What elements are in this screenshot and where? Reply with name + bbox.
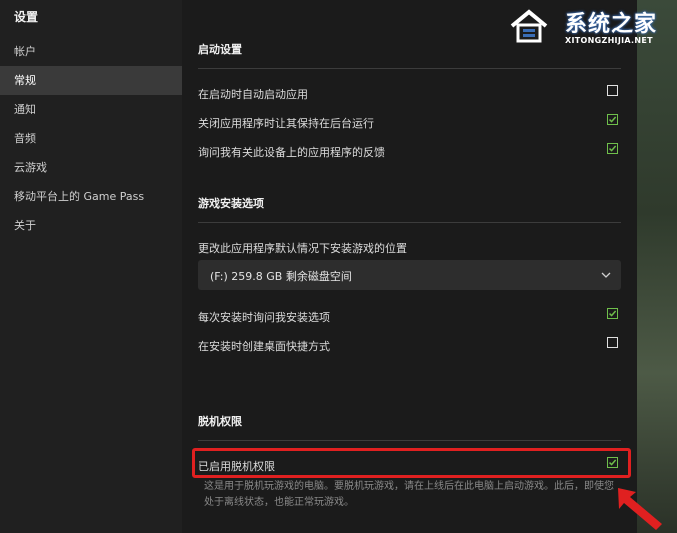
option-feedback[interactable]: 询问我有关此设备上的应用程序的反馈 [198, 142, 625, 160]
background-strip [637, 0, 677, 533]
desktop-shortcut-checkbox[interactable] [607, 337, 618, 348]
auto-start-checkbox[interactable] [607, 85, 618, 96]
watermark-url: XITONGZHIJIA.NET [565, 36, 653, 45]
install-location-label: 更改此应用程序默认情况下安装游戏的位置 [198, 242, 407, 255]
feedback-checkbox[interactable] [607, 143, 618, 154]
option-label: 询问我有关此设备上的应用程序的反馈 [198, 146, 385, 159]
option-keep-background[interactable]: 关闭应用程序时让其保持在后台运行 [198, 113, 625, 131]
sidebar-nav: 帐户 常规 通知 音频 云游戏 移动平台上的 Game Pass 关于 [0, 37, 182, 240]
sidebar-item-general[interactable]: 常规 [0, 66, 182, 95]
check-icon [608, 116, 617, 123]
house-logo-icon [510, 9, 548, 43]
sidebar-item-mobile-game-pass[interactable]: 移动平台上的 Game Pass [0, 182, 182, 211]
sidebar-item-about[interactable]: 关于 [0, 211, 182, 240]
check-icon [608, 310, 617, 317]
sidebar-item-account[interactable]: 帐户 [0, 37, 182, 66]
watermark-name: 系统之家 [565, 12, 658, 37]
section-divider [198, 68, 621, 69]
check-icon [608, 145, 617, 152]
option-label: 关闭应用程序时让其保持在后台运行 [198, 117, 374, 130]
watermark-logo: 系统之家 XITONGZHIJIA.NET [505, 6, 677, 50]
option-desktop-shortcut[interactable]: 在安装时创建桌面快捷方式 [198, 336, 625, 354]
option-label: 在启动时自动启动应用 [198, 88, 308, 101]
sidebar-item-audio[interactable]: 音频 [0, 124, 182, 153]
option-label: 每次安装时询问我安装选项 [198, 311, 330, 324]
section-divider [198, 440, 621, 441]
offline-description: 这是用于脱机玩游戏的电脑。要脱机玩游戏，请在上线后在此电脑上启动游戏。此后，即使… [204, 481, 614, 508]
section-divider [198, 222, 621, 223]
settings-sidebar: 设置 帐户 常规 通知 音频 云游戏 移动平台上的 Game Pass 关于 [0, 0, 182, 533]
install-location-label-row: 更改此应用程序默认情况下安装游戏的位置 [198, 238, 625, 256]
startup-section-title: 启动设置 [198, 43, 242, 56]
highlight-box [192, 448, 631, 478]
option-label: 在安装时创建桌面快捷方式 [198, 340, 330, 353]
install-location-dropdown[interactable]: (F:) 259.8 GB 剩余磁盘空间 [198, 260, 621, 290]
ask-install-checkbox[interactable] [607, 308, 618, 319]
keep-background-checkbox[interactable] [607, 114, 618, 125]
sidebar-item-notifications[interactable]: 通知 [0, 95, 182, 124]
install-section-title: 游戏安装选项 [198, 197, 264, 210]
sidebar-item-cloud-gaming[interactable]: 云游戏 [0, 153, 182, 182]
offline-section-title: 脱机权限 [198, 415, 242, 428]
settings-title: 设置 [14, 10, 39, 24]
option-auto-start[interactable]: 在启动时自动启动应用 [198, 84, 625, 102]
red-arrow-icon [618, 488, 662, 530]
install-location-value: (F:) 259.8 GB 剩余磁盘空间 [210, 270, 352, 283]
chevron-down-icon [601, 272, 611, 278]
option-ask-install[interactable]: 每次安装时询问我安装选项 [198, 307, 625, 325]
